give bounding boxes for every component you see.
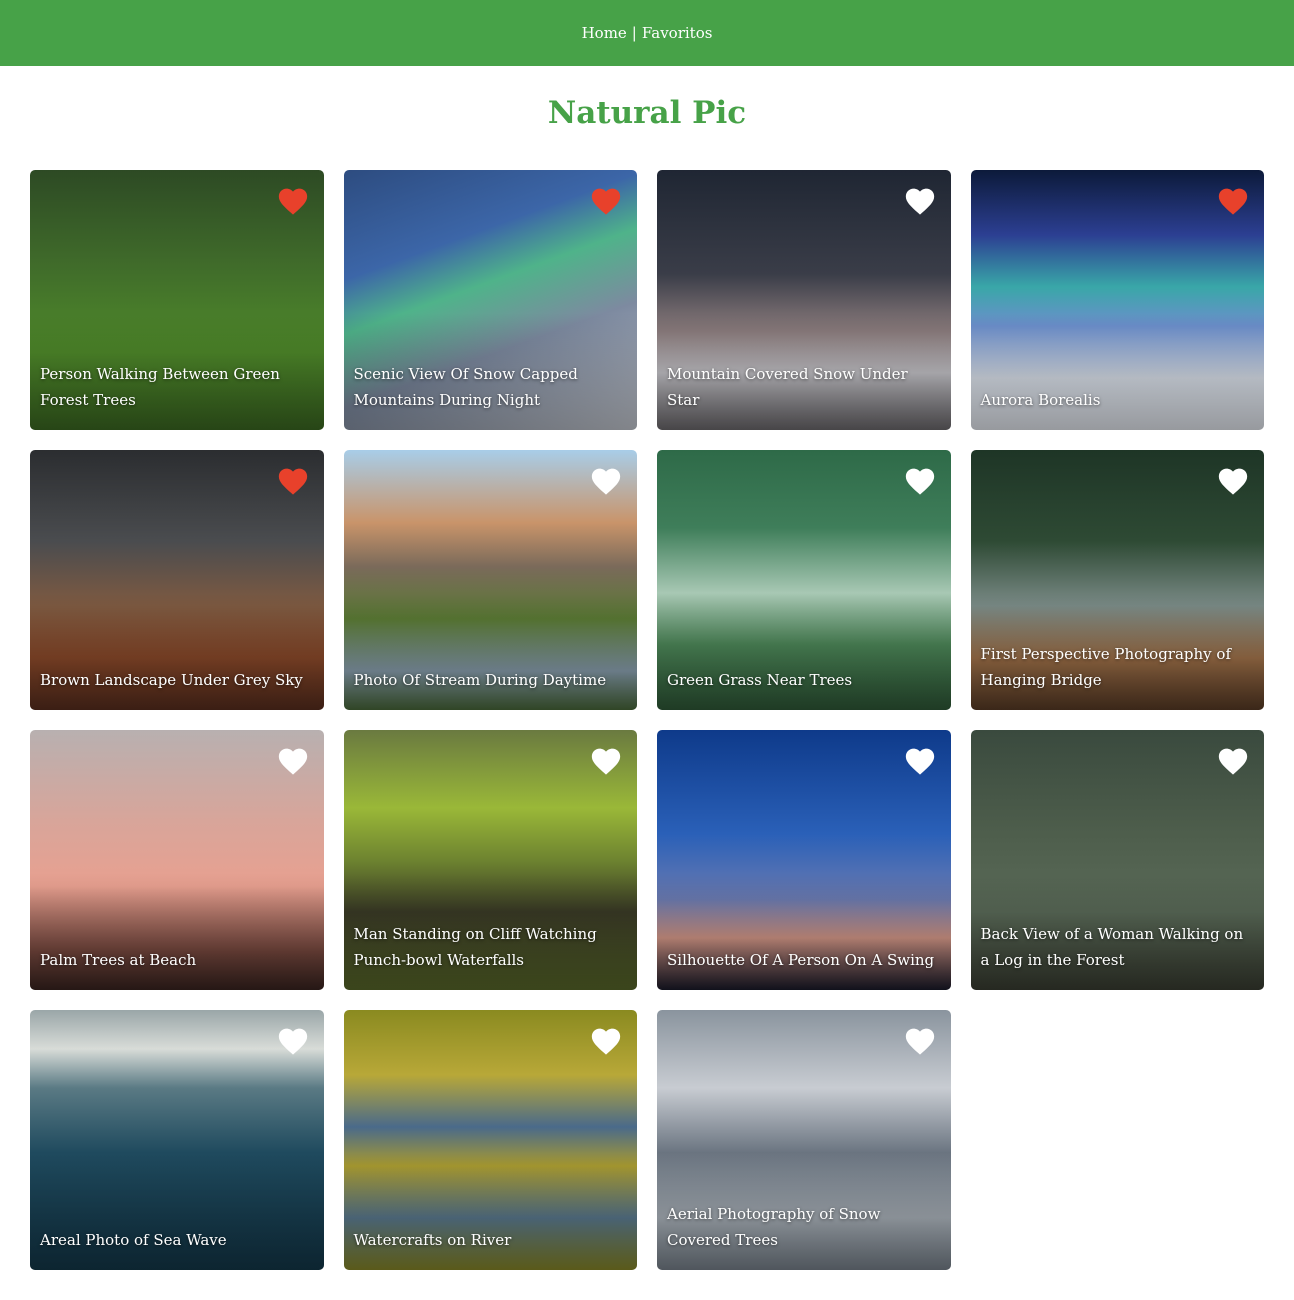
photo-caption: Areal Photo of Sea Wave [40, 1231, 227, 1249]
photo-card[interactable]: First Perspective Photography of Hanging… [970, 450, 1264, 710]
photo-caption: Aurora Borealis [980, 391, 1101, 409]
nav-home-link[interactable]: Home [582, 24, 627, 42]
photo-card[interactable]: Photo Of Stream During Daytime [343, 450, 637, 710]
photo-caption: Silhouette Of A Person On A Swing [667, 951, 935, 969]
photo-caption: Person Walking Between Green Forest Tree… [40, 365, 280, 409]
photo-caption: Watercrafts on River [353, 1231, 512, 1249]
photo-card[interactable]: Person Walking Between Green Forest Tree… [30, 170, 324, 430]
heart-icon[interactable] [276, 744, 310, 776]
heart-icon[interactable] [1216, 464, 1250, 496]
heart-icon[interactable] [589, 464, 623, 496]
heart-icon[interactable] [903, 184, 937, 216]
page-title: Natural Pic [547, 95, 747, 131]
photo-card[interactable]: Green Grass Near Trees [657, 450, 951, 710]
photo-card[interactable]: Aurora Borealis [970, 170, 1264, 430]
photo-caption: Man Standing on Cliff Watching Punch-bow… [353, 925, 597, 969]
photo-card[interactable]: Silhouette Of A Person On A Swing [657, 730, 951, 990]
photo-card[interactable]: Mountain Covered Snow Under Star [657, 170, 951, 430]
photo-caption: Scenic View Of Snow Capped Mountains Dur… [353, 365, 578, 409]
heart-icon[interactable] [1216, 744, 1250, 776]
photo-card[interactable]: Back View of a Woman Walking on a Log in… [970, 730, 1264, 990]
photo-caption: First Perspective Photography of Hanging… [980, 645, 1232, 689]
photo-gallery: Person Walking Between Green Forest Tree… [30, 170, 1264, 1270]
photo-card[interactable]: Palm Trees at Beach [30, 730, 324, 990]
nav-favorites-link[interactable]: Favoritos [642, 24, 713, 42]
photo-caption: Photo Of Stream During Daytime [353, 671, 607, 689]
photo-card[interactable]: Watercrafts on River [343, 1010, 637, 1270]
heart-icon[interactable] [589, 1024, 623, 1056]
heart-icon[interactable] [903, 464, 937, 496]
heart-icon[interactable] [903, 1024, 937, 1056]
heart-filled-icon[interactable] [276, 184, 310, 216]
heart-filled-icon[interactable] [1216, 184, 1250, 216]
photo-caption: Back View of a Woman Walking on a Log in… [980, 925, 1244, 969]
photo-card[interactable]: Man Standing on Cliff Watching Punch-bow… [343, 730, 637, 990]
heart-icon[interactable] [903, 744, 937, 776]
top-navbar: Home | Favoritos [0, 0, 1294, 66]
photo-caption: Palm Trees at Beach [40, 951, 197, 969]
photo-card[interactable]: Brown Landscape Under Grey Sky [30, 450, 324, 710]
photo-caption: Aerial Photography of Snow Covered Trees [667, 1205, 881, 1249]
photo-caption: Brown Landscape Under Grey Sky [40, 671, 303, 689]
heart-icon[interactable] [276, 1024, 310, 1056]
photo-card[interactable]: Areal Photo of Sea Wave [30, 1010, 324, 1270]
heart-filled-icon[interactable] [276, 464, 310, 496]
heart-filled-icon[interactable] [589, 184, 623, 216]
nav-separator: | [631, 24, 637, 42]
photo-card[interactable]: Aerial Photography of Snow Covered Trees [657, 1010, 951, 1270]
heart-icon[interactable] [589, 744, 623, 776]
photo-card[interactable]: Scenic View Of Snow Capped Mountains Dur… [343, 170, 637, 430]
photo-caption: Green Grass Near Trees [667, 671, 853, 689]
photo-caption: Mountain Covered Snow Under Star [667, 365, 908, 409]
